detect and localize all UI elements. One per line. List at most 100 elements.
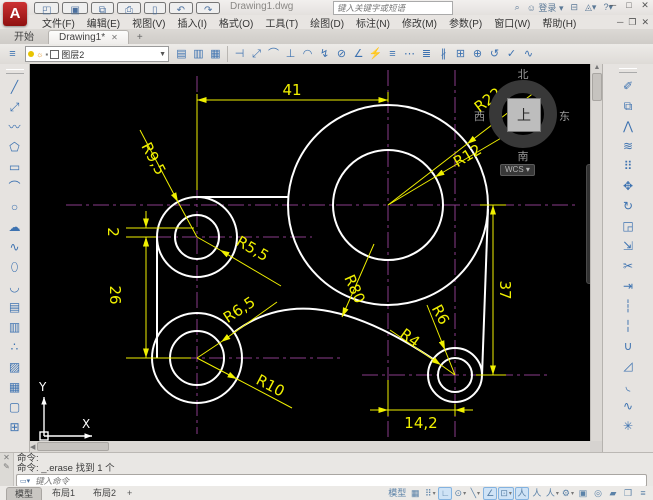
make-current-icon[interactable]: ▤ — [173, 46, 190, 63]
undo-icon[interactable]: ↶ — [169, 2, 193, 14]
viewcube-south[interactable]: 南 — [478, 148, 568, 164]
viewcube-west[interactable]: 西 — [474, 108, 485, 124]
new-tab-button[interactable]: + — [133, 31, 147, 44]
baseline-dimension-icon[interactable]: ≡ — [384, 46, 401, 63]
jog-line-icon[interactable]: ∿ — [520, 46, 537, 63]
ellipse-icon[interactable]: ⬯ — [4, 257, 25, 277]
polyline-icon[interactable]: 〰 — [4, 117, 25, 137]
command-wrench-icon[interactable]: ✎ — [0, 462, 13, 471]
wcs-dropdown[interactable]: WCS ▾ — [500, 164, 535, 176]
new-file-icon[interactable]: ▯ — [144, 2, 166, 14]
dimension-update-icon[interactable]: ↺ — [486, 46, 503, 63]
menu-item[interactable]: 格式(O) — [213, 15, 259, 30]
arc-length-dimension-icon[interactable]: ⌒ — [265, 46, 282, 63]
aligned-dimension-icon[interactable]: ⤢ — [248, 46, 265, 63]
gradient-icon[interactable]: ▦ — [4, 377, 25, 397]
snap-mode-toggle[interactable]: ⠿▾ — [423, 487, 437, 500]
menu-item[interactable]: 编辑(E) — [81, 15, 126, 30]
menu-item[interactable]: 工具(T) — [259, 15, 304, 30]
doc-minimize-button[interactable]: ─ — [617, 17, 623, 28]
annotation-monitor-toggle[interactable]: ▣▾ — [576, 487, 590, 500]
viewcube-east[interactable]: 东 — [559, 108, 570, 124]
arc-icon[interactable]: ⌒ — [4, 177, 25, 197]
menu-item[interactable]: 窗口(W) — [488, 15, 536, 30]
layout-tab[interactable]: 布局1 — [44, 487, 83, 499]
dimension-space-icon[interactable]: ≣ — [418, 46, 435, 63]
save-as-icon[interactable]: ⧉ — [91, 2, 114, 14]
layer-states-icon[interactable]: ▦ — [207, 46, 224, 63]
doc-close-button[interactable]: ✕ — [641, 17, 649, 28]
new-layout-button[interactable]: + — [124, 488, 135, 498]
line-icon[interactable]: ╱ — [4, 77, 25, 97]
create-block-icon[interactable]: ▥ — [4, 317, 25, 337]
point-icon[interactable]: ∴ — [4, 337, 25, 357]
rectangle-icon[interactable]: ▭ — [4, 157, 25, 177]
extend-icon[interactable]: ⇥ — [618, 276, 639, 296]
plot-icon[interactable]: ⎙ — [117, 2, 141, 14]
command-close-icon[interactable]: ✕ — [0, 453, 13, 462]
tab-start[interactable]: 开始 — [4, 27, 44, 44]
save-file-icon[interactable]: ▣ — [62, 2, 87, 14]
ellipse-arc-icon[interactable]: ◡ — [4, 277, 25, 297]
layer-previous-icon[interactable]: ▥ — [190, 46, 207, 63]
maximize-button[interactable]: □ — [623, 0, 635, 11]
hardware-acceleration-button[interactable]: ▰▾ — [606, 487, 620, 500]
layout-tab[interactable]: 模型 — [6, 487, 42, 500]
menu-item[interactable]: 插入(I) — [171, 15, 212, 30]
workspace-switching-button[interactable]: ⚙▾ — [561, 487, 575, 500]
object-snap-toggle[interactable]: ⊡▾ — [498, 487, 514, 500]
rotate-icon[interactable]: ↻ — [618, 196, 639, 216]
fillet-icon[interactable]: ◟ — [618, 376, 639, 396]
center-mark-icon[interactable]: ⊕ — [469, 46, 486, 63]
join-icon[interactable]: ∪ — [618, 336, 639, 356]
viewcube[interactable]: 北 南 西 东 上 WCS ▾ — [478, 68, 568, 172]
layer-dropdown[interactable]: ☼ ▪ 图层2 ▼ — [25, 46, 169, 62]
search-input[interactable] — [334, 3, 452, 13]
menu-item[interactable]: 修改(M) — [396, 15, 443, 30]
revision-cloud-icon[interactable]: ☁ — [4, 217, 25, 237]
clean-screen-button[interactable]: ❒▾ — [621, 487, 635, 500]
model-space-button[interactable]: 模型▾ — [387, 487, 407, 500]
customization-button[interactable]: ≡▾ — [636, 487, 650, 500]
osnap-tracking-toggle[interactable]: ∠▾ — [483, 487, 497, 500]
blend-curves-icon[interactable]: ∿ — [618, 396, 639, 416]
tab-close-icon[interactable]: ✕ — [111, 33, 118, 42]
mirror-icon[interactable]: ⋀ — [618, 116, 639, 136]
polygon-icon[interactable]: ⬠ — [4, 137, 25, 157]
isolate-objects-button[interactable]: ◎▾ — [591, 487, 605, 500]
quick-dimension-icon[interactable]: ⚡ — [367, 46, 384, 63]
ortho-mode-toggle[interactable]: ∟▾ — [438, 487, 452, 500]
cart-icon[interactable]: ⊟ — [570, 2, 578, 13]
close-button[interactable]: ✕ — [639, 0, 651, 11]
command-icon[interactable]: ▭▾ — [17, 477, 33, 485]
redo-icon[interactable]: ↷ — [196, 2, 220, 14]
insert-block-icon[interactable]: ▤ — [4, 297, 25, 317]
ordinate-dimension-icon[interactable]: ⊥ — [282, 46, 299, 63]
spline-icon[interactable]: ∿ — [4, 237, 25, 257]
trim-icon[interactable]: ✂ — [618, 256, 639, 276]
menu-item[interactable]: 绘图(D) — [304, 15, 350, 30]
menu-item[interactable]: 标注(N) — [350, 15, 396, 30]
menu-item[interactable]: 视图(V) — [126, 15, 171, 30]
hatch-icon[interactable]: ▨ — [4, 357, 25, 377]
vscroll-thumb[interactable] — [592, 73, 602, 101]
array-icon[interactable]: ⠿ — [618, 156, 639, 176]
signin-button[interactable]: ☺ 登录 ▾ — [527, 1, 564, 14]
tolerance-icon[interactable]: ⊞ — [452, 46, 469, 63]
polar-tracking-toggle[interactable]: ⊙▾ — [453, 487, 467, 500]
erase-icon[interactable]: ✐ — [618, 76, 639, 96]
search-binoculars-icon[interactable]: ⌕ — [515, 2, 520, 13]
menu-item[interactable]: 参数(P) — [443, 15, 488, 30]
isodraft-toggle[interactable]: ╲▾ — [468, 487, 482, 500]
minimize-button[interactable]: ─ — [607, 0, 619, 11]
layer-properties-icon[interactable]: ≡ — [4, 46, 21, 63]
apps-icon[interactable]: ◬▾ — [585, 2, 596, 13]
construction-line-icon[interactable]: ⤢ — [4, 97, 25, 117]
scroll-left-icon[interactable]: ◀ — [30, 443, 35, 451]
annotation-visibility-toggle[interactable]: 人▾ — [515, 487, 529, 500]
linear-dimension-icon[interactable]: ⊣ — [231, 46, 248, 63]
menu-item[interactable]: 帮助(H) — [536, 15, 582, 30]
toolbar-drag-handle[interactable] — [619, 68, 637, 73]
offset-icon[interactable]: ≋ — [618, 136, 639, 156]
move-icon[interactable]: ✥ — [618, 176, 639, 196]
